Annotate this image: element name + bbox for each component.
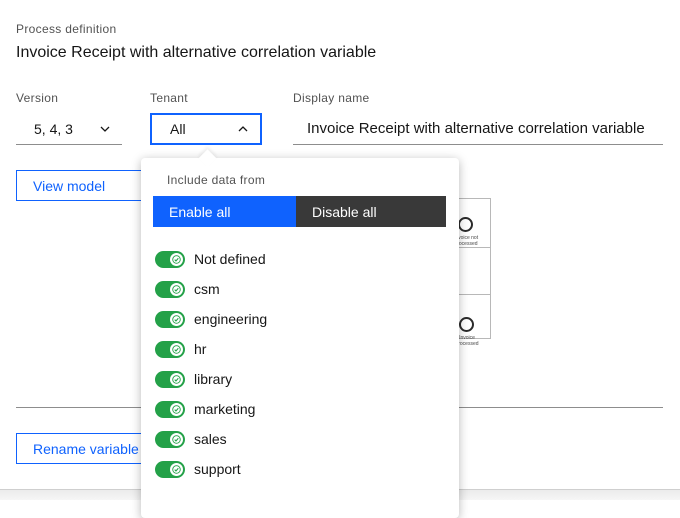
toggle-label: support [194, 461, 241, 477]
toggle-switch[interactable] [155, 461, 185, 478]
toggle-label: engineering [194, 311, 267, 327]
toggle-switch[interactable] [155, 281, 185, 298]
toggle-knob [170, 313, 183, 326]
check-icon [172, 345, 181, 354]
tenant-toggle-row: support [155, 454, 267, 484]
process-definition-title: Invoice Receipt with alternative correla… [16, 44, 376, 62]
enable-all-button[interactable]: Enable all [153, 196, 296, 227]
version-dropdown-value: 5, 4, 3 [34, 121, 73, 137]
tenant-dropdown-value: All [170, 121, 186, 137]
check-icon [172, 435, 181, 444]
tenant-toggle-row: Not defined [155, 244, 267, 274]
include-data-from-label: Include data from [167, 173, 265, 187]
tenant-toggle-row: engineering [155, 304, 267, 334]
tenant-popover: Include data from Enable all Disable all… [141, 158, 459, 518]
display-name-label: Display name [293, 91, 370, 105]
tenant-label: Tenant [150, 91, 188, 105]
bulk-toggle-buttons: Enable all Disable all [153, 196, 446, 227]
chevron-up-icon [238, 126, 248, 132]
toggle-knob [170, 403, 183, 416]
process-definition-label: Process definition [16, 22, 116, 36]
tenant-toggle-row: hr [155, 334, 267, 364]
check-icon [172, 315, 181, 324]
toggle-knob [170, 433, 183, 446]
toggle-switch[interactable] [155, 401, 185, 418]
check-icon [172, 405, 181, 414]
toggle-switch[interactable] [155, 341, 185, 358]
toggle-switch[interactable] [155, 311, 185, 328]
toggle-label: marketing [194, 401, 255, 417]
tenant-toggle-list: Not defined csm engineering hr library market… [155, 244, 267, 484]
tenant-toggle-row: library [155, 364, 267, 394]
popover-caret [198, 149, 216, 167]
disable-all-button[interactable]: Disable all [296, 196, 446, 227]
toggle-knob [170, 373, 183, 386]
toggle-label: sales [194, 431, 227, 447]
toggle-knob [170, 253, 183, 266]
toggle-switch[interactable] [155, 371, 185, 388]
toggle-switch[interactable] [155, 251, 185, 268]
version-dropdown[interactable]: 5, 4, 3 [16, 113, 122, 145]
tenant-toggle-row: marketing [155, 394, 267, 424]
toggle-knob [170, 463, 183, 476]
toggle-label: hr [194, 341, 206, 357]
display-name-input[interactable] [293, 113, 663, 145]
toggle-label: csm [194, 281, 220, 297]
toggle-knob [170, 343, 183, 356]
tenant-toggle-row: sales [155, 424, 267, 454]
chevron-down-icon [100, 126, 110, 132]
toggle-label: library [194, 371, 232, 387]
end-event-icon [458, 217, 473, 232]
check-icon [172, 285, 181, 294]
check-icon [172, 255, 181, 264]
toggle-label: Not defined [194, 251, 266, 267]
end-event-icon [459, 317, 474, 332]
tenant-toggle-row: csm [155, 274, 267, 304]
check-icon [172, 375, 181, 384]
toggle-knob [170, 283, 183, 296]
toggle-switch[interactable] [155, 431, 185, 448]
check-icon [172, 465, 181, 474]
version-label: Version [16, 91, 58, 105]
tenant-dropdown[interactable]: All [150, 113, 262, 145]
